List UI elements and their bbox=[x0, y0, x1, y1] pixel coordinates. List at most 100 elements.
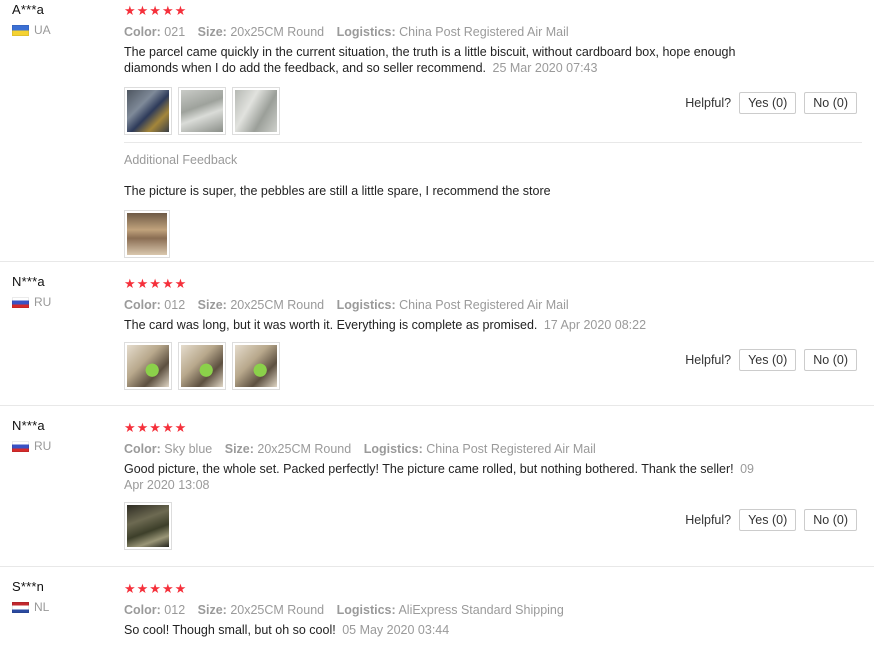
review-text: The card was long, but it was worth it. … bbox=[124, 317, 764, 333]
star-rating: ★★★★★ bbox=[124, 420, 188, 435]
size-value: 20x25CM Round bbox=[230, 25, 325, 39]
review-body: So cool! Though small, but oh so cool! bbox=[124, 623, 336, 637]
review-text: The parcel came quickly in the current s… bbox=[124, 44, 764, 76]
additional-feedback-photos bbox=[124, 210, 862, 258]
color-label: Color: bbox=[124, 603, 161, 617]
review-photo-thumbnail[interactable] bbox=[124, 87, 172, 135]
review-meta: Color: 021 Size: 20x25CM Round Logistics… bbox=[124, 25, 857, 39]
helpful-vote: Helpful? Yes (0) No (0) bbox=[685, 92, 857, 114]
size-value: 20x25CM Round bbox=[230, 298, 325, 312]
helpful-label: Helpful? bbox=[685, 513, 732, 527]
review-photo-thumbnail[interactable] bbox=[124, 342, 172, 390]
country-code: RU bbox=[34, 439, 52, 453]
review-photo-thumbnail[interactable] bbox=[124, 210, 170, 258]
star-rating: ★★★★★ bbox=[124, 3, 188, 18]
color-value: Sky blue bbox=[164, 442, 213, 456]
helpful-no-button[interactable]: No (0) bbox=[804, 349, 857, 371]
review-item: N***a RU ★★★★★ Color: Sky blue Size: 20x… bbox=[0, 406, 874, 567]
reviewer-name: S***n bbox=[12, 579, 45, 594]
logistics-value: China Post Registered Air Mail bbox=[399, 25, 569, 39]
logistics-value: China Post Registered Air Mail bbox=[426, 442, 596, 456]
review-date: 05 May 2020 03:44 bbox=[342, 623, 450, 637]
reviewer-country: UA bbox=[12, 23, 51, 37]
reviewer-country: NL bbox=[12, 600, 49, 614]
color-label: Color: bbox=[124, 298, 161, 312]
size-label: Size: bbox=[224, 442, 254, 456]
helpful-label: Helpful? bbox=[685, 353, 732, 367]
review-photo-thumbnail[interactable] bbox=[124, 502, 172, 550]
review-list: A***a UA ★★★★★ Color: 021 Size: 20x25CM … bbox=[0, 0, 874, 648]
size-value: 20x25CM Round bbox=[257, 442, 352, 456]
helpful-yes-button[interactable]: Yes (0) bbox=[739, 509, 797, 531]
country-code: RU bbox=[34, 295, 52, 309]
photo-image bbox=[235, 345, 277, 387]
logistics-label: Logistics: bbox=[336, 603, 396, 617]
review-date: 17 Apr 2020 08:22 bbox=[543, 318, 647, 332]
size-value: 20x25CM Round bbox=[230, 603, 325, 617]
photo-image bbox=[127, 505, 169, 547]
logistics-label: Logistics: bbox=[336, 298, 396, 312]
review-text: So cool! Though small, but oh so cool! 0… bbox=[124, 622, 764, 638]
review-item: S***n NL ★★★★★ Color: 012 Size: 20x25CM … bbox=[0, 567, 874, 648]
photo-image bbox=[181, 90, 223, 132]
reviewer-info: A***a UA bbox=[12, 2, 51, 37]
country-code: NL bbox=[34, 600, 50, 614]
review-photo-thumbnail[interactable] bbox=[232, 342, 280, 390]
review-text: Good picture, the whole set. Packed perf… bbox=[124, 461, 764, 493]
photo-image bbox=[181, 345, 223, 387]
russia-flag-icon bbox=[12, 440, 29, 452]
color-label: Color: bbox=[124, 25, 161, 39]
review-body: Good picture, the whole set. Packed perf… bbox=[124, 462, 734, 476]
helpful-no-button[interactable]: No (0) bbox=[804, 92, 857, 114]
review-photo-thumbnail[interactable] bbox=[232, 87, 280, 135]
size-label: Size: bbox=[197, 603, 227, 617]
logistics-value: AliExpress Standard Shipping bbox=[398, 603, 564, 617]
review-body: The card was long, but it was worth it. … bbox=[124, 318, 538, 332]
star-rating: ★★★★★ bbox=[124, 276, 188, 291]
logistics-label: Logistics: bbox=[363, 442, 423, 456]
color-value: 012 bbox=[164, 603, 186, 617]
photo-image bbox=[127, 213, 167, 255]
russia-flag-icon bbox=[12, 296, 29, 308]
color-label: Color: bbox=[124, 442, 161, 456]
helpful-vote: Helpful? Yes (0) No (0) bbox=[685, 509, 857, 531]
review-photo-thumbnail[interactable] bbox=[178, 342, 226, 390]
color-value: 012 bbox=[164, 298, 186, 312]
review-item: N***a RU ★★★★★ Color: 012 Size: 20x25CM … bbox=[0, 262, 874, 406]
review-item: A***a UA ★★★★★ Color: 021 Size: 20x25CM … bbox=[0, 0, 874, 262]
photo-image bbox=[127, 90, 169, 132]
review-content: ★★★★★ Color: 012 Size: 20x25CM Round Log… bbox=[124, 276, 857, 390]
netherlands-flag-icon bbox=[12, 601, 29, 613]
review-meta: Color: 012 Size: 20x25CM Round Logistics… bbox=[124, 298, 857, 312]
review-content: ★★★★★ Color: 021 Size: 20x25CM Round Log… bbox=[124, 3, 857, 135]
size-label: Size: bbox=[197, 298, 227, 312]
reviewer-country: RU bbox=[12, 439, 51, 453]
reviewer-name: N***a bbox=[12, 274, 45, 289]
logistics-value: China Post Registered Air Mail bbox=[399, 298, 569, 312]
helpful-no-button[interactable]: No (0) bbox=[804, 509, 857, 531]
reviewer-info: N***a RU bbox=[12, 274, 51, 309]
ukraine-flag-icon bbox=[12, 24, 29, 36]
country-code: UA bbox=[34, 23, 51, 37]
review-meta: Color: 012 Size: 20x25CM Round Logistics… bbox=[124, 603, 857, 617]
reviewer-info: N***a RU bbox=[12, 418, 51, 453]
reviewer-country: RU bbox=[12, 295, 51, 309]
size-label: Size: bbox=[197, 25, 227, 39]
reviewer-name: A***a bbox=[12, 2, 45, 17]
photo-image bbox=[235, 90, 277, 132]
review-meta: Color: Sky blue Size: 20x25CM Round Logi… bbox=[124, 442, 857, 456]
helpful-yes-button[interactable]: Yes (0) bbox=[739, 349, 797, 371]
review-content: ★★★★★ Color: 012 Size: 20x25CM Round Log… bbox=[124, 581, 857, 638]
star-rating: ★★★★★ bbox=[124, 581, 188, 596]
helpful-yes-button[interactable]: Yes (0) bbox=[739, 92, 797, 114]
logistics-label: Logistics: bbox=[336, 25, 396, 39]
helpful-vote: Helpful? Yes (0) No (0) bbox=[685, 349, 857, 371]
helpful-label: Helpful? bbox=[685, 96, 732, 110]
reviewer-info: S***n NL bbox=[12, 579, 49, 614]
color-value: 021 bbox=[164, 25, 186, 39]
additional-feedback-title: Additional Feedback bbox=[124, 153, 238, 167]
review-photo-thumbnail[interactable] bbox=[178, 87, 226, 135]
review-body: The parcel came quickly in the current s… bbox=[124, 45, 736, 75]
additional-feedback-text: The picture is super, the pebbles are st… bbox=[124, 184, 551, 198]
reviewer-name: N***a bbox=[12, 418, 45, 433]
